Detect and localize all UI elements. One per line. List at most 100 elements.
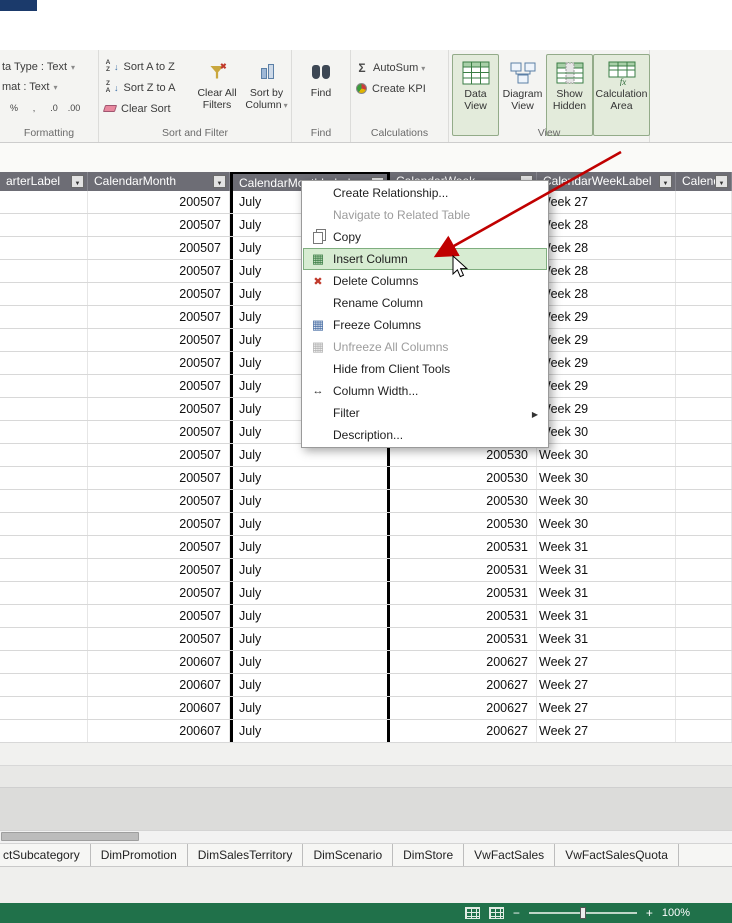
increase-decimal-button[interactable]: .0 <box>46 100 62 116</box>
table-tab-dimsalesterritory[interactable]: DimSalesTerritory <box>188 844 304 866</box>
cell[interactable]: 200507 <box>88 582 230 604</box>
column-header-calenda[interactable]: Calenda <box>676 172 732 191</box>
filter-button[interactable] <box>71 175 84 188</box>
cell[interactable] <box>676 674 732 696</box>
cell[interactable] <box>0 720 88 742</box>
cell[interactable] <box>676 352 732 374</box>
scrollbar-thumb[interactable] <box>1 832 139 841</box>
cell[interactable] <box>676 628 732 650</box>
cell[interactable] <box>0 674 88 696</box>
decrease-decimal-button[interactable]: .00 <box>66 100 82 116</box>
cell[interactable]: Week 30 <box>537 490 676 512</box>
cell[interactable]: 200507 <box>88 352 230 374</box>
cell[interactable] <box>676 697 732 719</box>
cell[interactable] <box>0 651 88 673</box>
table-tab-dimstore[interactable]: DimStore <box>393 844 465 866</box>
filter-button[interactable] <box>213 175 226 188</box>
cell[interactable]: Week 29 <box>537 306 676 328</box>
cell[interactable]: 200607 <box>88 697 230 719</box>
cell[interactable] <box>0 697 88 719</box>
cell[interactable]: Week 27 <box>537 651 676 673</box>
menu-item-insert-column[interactable]: Insert Column <box>303 248 547 270</box>
cell[interactable] <box>676 444 732 466</box>
cell[interactable] <box>0 467 88 489</box>
cell[interactable] <box>0 260 88 282</box>
cell[interactable]: 200507 <box>88 605 230 627</box>
cell[interactable]: 200507 <box>88 513 230 535</box>
cell[interactable]: 200530 <box>390 513 537 535</box>
cell[interactable] <box>676 651 732 673</box>
table-tab-vwfactsales[interactable]: VwFactSales <box>464 844 556 866</box>
cell[interactable] <box>676 582 732 604</box>
cell[interactable]: Week 29 <box>537 375 676 397</box>
cell[interactable]: July <box>230 674 390 696</box>
cell[interactable]: 200507 <box>88 283 230 305</box>
cell[interactable]: 200507 <box>88 559 230 581</box>
cell[interactable]: 200507 <box>88 398 230 420</box>
cell[interactable]: 200531 <box>390 628 537 650</box>
cell[interactable]: 200507 <box>88 191 230 213</box>
cell[interactable] <box>676 329 732 351</box>
column-header-calendarmonth[interactable]: CalendarMonth <box>88 172 230 191</box>
cell[interactable] <box>676 605 732 627</box>
cell[interactable] <box>676 260 732 282</box>
filter-button[interactable] <box>659 175 672 188</box>
cell[interactable]: 200627 <box>390 651 537 673</box>
cell[interactable] <box>676 720 732 742</box>
cell[interactable] <box>0 513 88 535</box>
menu-item-filter[interactable]: Filter <box>303 402 547 424</box>
cell[interactable] <box>0 605 88 627</box>
view-button-diagram-view[interactable]: Diagram View <box>499 54 546 136</box>
cell[interactable] <box>676 421 732 443</box>
cell[interactable] <box>676 536 732 558</box>
view-button-calculation-area[interactable]: fx Calculation Area <box>593 54 650 136</box>
menu-item-column-width[interactable]: Column Width... <box>303 380 547 402</box>
menu-item-freeze-columns[interactable]: Freeze Columns <box>303 314 547 336</box>
cell[interactable] <box>676 283 732 305</box>
cell[interactable] <box>0 237 88 259</box>
zoom-out-button[interactable]: − <box>513 904 520 922</box>
cell[interactable]: 200507 <box>88 467 230 489</box>
menu-item-unfreeze-all-columns[interactable]: Unfreeze All Columns <box>303 336 547 358</box>
cell[interactable] <box>676 237 732 259</box>
cell[interactable]: Week 31 <box>537 536 676 558</box>
table-tab-vwfactsalesquota[interactable]: VwFactSalesQuota <box>555 844 679 866</box>
autosum-button[interactable]: AutoSum <box>356 58 425 77</box>
cell[interactable] <box>676 214 732 236</box>
percent-format-button[interactable]: % <box>6 100 22 116</box>
cell[interactable]: 200531 <box>390 605 537 627</box>
clear-sort-button[interactable]: Clear Sort <box>102 99 171 118</box>
zoom-slider-thumb[interactable] <box>579 907 586 919</box>
cell[interactable]: 200507 <box>88 375 230 397</box>
zoom-slider[interactable] <box>528 907 637 919</box>
cell[interactable]: 200507 <box>88 444 230 466</box>
table-tab-dimpromotion[interactable]: DimPromotion <box>91 844 188 866</box>
cell[interactable]: July <box>230 467 390 489</box>
cell[interactable]: 200507 <box>88 306 230 328</box>
cell[interactable]: Week 28 <box>537 237 676 259</box>
cell[interactable]: Week 29 <box>537 352 676 374</box>
cell[interactable]: 200507 <box>88 421 230 443</box>
cell[interactable]: 200507 <box>88 628 230 650</box>
cell[interactable] <box>0 191 88 213</box>
cell[interactable]: Week 27 <box>537 720 676 742</box>
filter-button[interactable] <box>715 175 728 188</box>
cell[interactable] <box>0 352 88 374</box>
table-tab-dimscenario[interactable]: DimScenario <box>303 844 394 866</box>
cell[interactable]: Week 29 <box>537 329 676 351</box>
cell[interactable] <box>676 306 732 328</box>
cell[interactable] <box>676 467 732 489</box>
cell[interactable] <box>676 375 732 397</box>
cell[interactable]: Week 28 <box>537 260 676 282</box>
cell[interactable]: 200507 <box>88 536 230 558</box>
cell[interactable] <box>0 421 88 443</box>
cell[interactable]: 200607 <box>88 651 230 673</box>
clear-all-filters-button[interactable]: Clear All Filters <box>194 55 240 135</box>
horizontal-scrollbar[interactable] <box>0 830 732 844</box>
cell[interactable]: Week 28 <box>537 214 676 236</box>
cell[interactable] <box>0 559 88 581</box>
cell[interactable]: 200507 <box>88 237 230 259</box>
menu-item-rename-column[interactable]: Rename Column <box>303 292 547 314</box>
cell[interactable] <box>0 582 88 604</box>
sort-a-to-z-button[interactable]: Sort A to Z <box>104 57 175 76</box>
